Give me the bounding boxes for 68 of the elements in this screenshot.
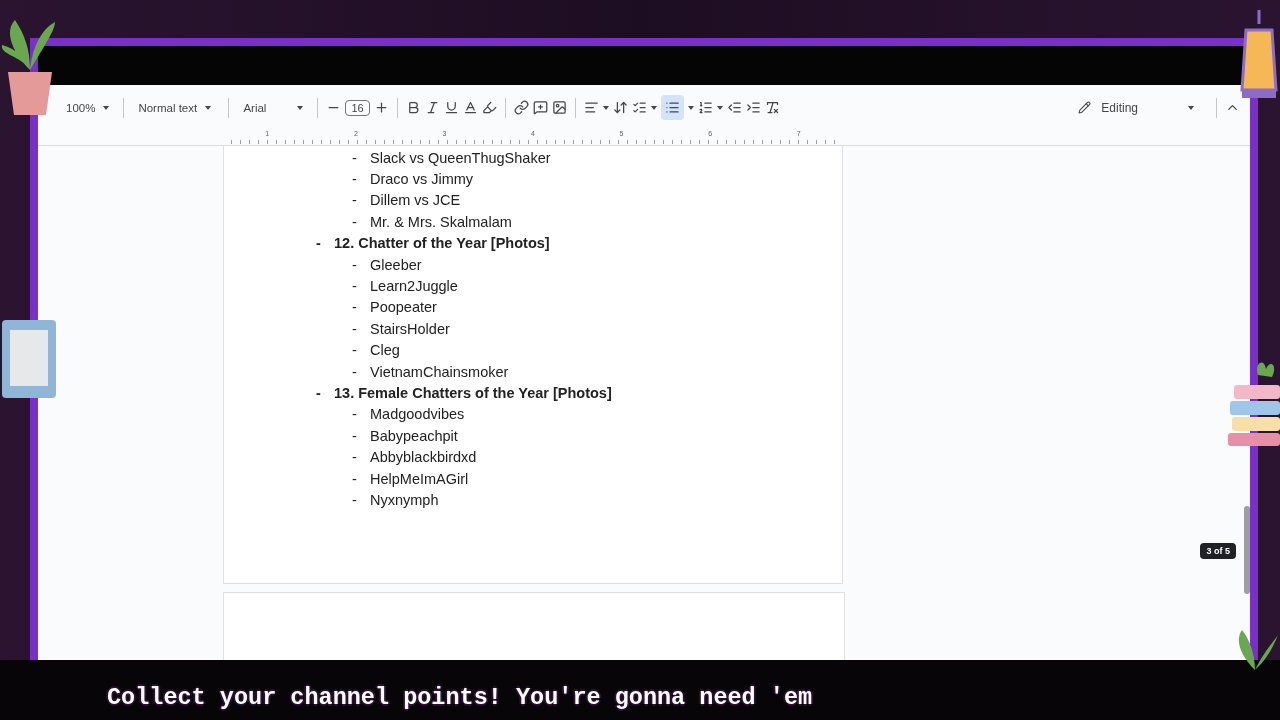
caret-icon bbox=[297, 105, 304, 110]
list-item: Abbyblackbirdxd bbox=[370, 449, 477, 466]
page-counter: 3 of 5 bbox=[1200, 543, 1236, 559]
highlighter-icon[interactable] bbox=[481, 100, 497, 115]
list-item: Dillem vs JCE bbox=[370, 192, 461, 209]
list-item: Slack vs QueenThugShaker bbox=[370, 149, 551, 166]
list-item: VietnamChainsmoker bbox=[370, 363, 509, 380]
font-size-field[interactable]: 16 bbox=[345, 99, 370, 116]
plus-icon[interactable] bbox=[373, 100, 389, 115]
list-item: HelpMeImAGirl bbox=[370, 470, 469, 487]
indent-decrease-icon[interactable] bbox=[726, 100, 742, 115]
list-dash: - bbox=[352, 213, 358, 230]
list-item: Cleg bbox=[370, 342, 400, 359]
italic-icon[interactable] bbox=[424, 100, 440, 115]
bulleted-list-button[interactable] bbox=[660, 95, 684, 120]
caret-icon bbox=[1188, 105, 1194, 110]
caret-icon bbox=[103, 105, 110, 110]
list-dash: - bbox=[352, 427, 358, 444]
list-item: Poopeater bbox=[370, 299, 437, 316]
list-dash: - bbox=[316, 235, 322, 252]
list-item: Nyxnymph bbox=[370, 491, 439, 508]
numbered-list-icon[interactable] bbox=[697, 100, 713, 115]
caret-icon bbox=[716, 105, 723, 110]
section-heading: 13. Female Chatters of the Year [Photos] bbox=[334, 385, 612, 401]
list-dash: - bbox=[352, 299, 358, 316]
clear-formatting-icon[interactable] bbox=[764, 100, 780, 115]
list-dash: - bbox=[352, 256, 358, 273]
list-dash: - bbox=[352, 449, 358, 466]
list-dash: - bbox=[352, 406, 358, 423]
checklist-icon[interactable] bbox=[631, 100, 647, 115]
section-heading: 12. Chatter of the Year [Photos] bbox=[334, 235, 550, 252]
list-dash: - bbox=[352, 171, 358, 188]
caret-icon bbox=[205, 105, 212, 110]
caret-icon bbox=[687, 105, 694, 110]
text-color-icon[interactable] bbox=[462, 100, 478, 115]
line-spacing-icon[interactable] bbox=[612, 100, 628, 115]
caret-icon bbox=[602, 105, 609, 110]
list-dash: - bbox=[352, 149, 358, 166]
zoom-dropdown[interactable]: 100% bbox=[60, 101, 116, 114]
link-icon[interactable] bbox=[513, 100, 529, 115]
list-item: Draco vs Jimmy bbox=[370, 171, 474, 188]
list-dash: - bbox=[352, 470, 358, 487]
indent-increase-icon[interactable] bbox=[745, 100, 761, 115]
pencil-icon bbox=[1078, 101, 1092, 114]
comment-icon[interactable] bbox=[532, 100, 548, 115]
caret-icon bbox=[650, 105, 657, 110]
editing-mode-button[interactable]: Editing bbox=[1064, 94, 1208, 121]
list-dash: - bbox=[352, 342, 358, 359]
font-dropdown[interactable]: Arial bbox=[237, 101, 310, 114]
list-dash: - bbox=[352, 320, 358, 337]
list-dash: - bbox=[352, 192, 358, 209]
list-item: Learn2Juggle bbox=[370, 278, 458, 295]
scrollbar-thumb[interactable] bbox=[1244, 506, 1250, 594]
underline-icon[interactable] bbox=[443, 100, 459, 115]
list-item: StairsHolder bbox=[370, 320, 450, 337]
list-dash: - bbox=[316, 385, 322, 401]
list-dash: - bbox=[352, 278, 358, 295]
list-dash: - bbox=[352, 363, 358, 380]
list-item: Gleeber bbox=[370, 256, 422, 273]
align-left-icon[interactable] bbox=[583, 100, 599, 115]
list-item: Madgoodvibes bbox=[370, 406, 465, 423]
list-item: Mr. & Mrs. Skalmalam bbox=[370, 213, 512, 230]
list-dash: - bbox=[352, 491, 358, 508]
bulleted-list-icon bbox=[664, 100, 680, 115]
style-dropdown[interactable]: Normal text bbox=[132, 101, 221, 114]
caption-text: Collect your channel points! You're gonna need 'em bbox=[107, 683, 813, 711]
list-item: Babypeachpit bbox=[370, 427, 458, 444]
image-icon[interactable] bbox=[551, 100, 567, 115]
